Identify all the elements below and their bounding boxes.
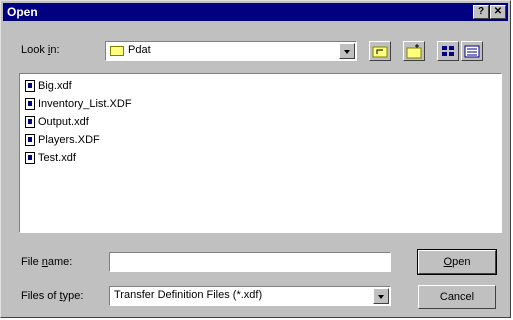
file-name-label: File name: bbox=[21, 256, 73, 268]
list-item[interactable]: Output.xdf bbox=[25, 114, 89, 129]
open-dialog: Open ? ✕ Look in: Pdat Big.xdf Inventory… bbox=[0, 0, 511, 318]
window-title: Open bbox=[7, 5, 38, 19]
file-name: Big.xdf bbox=[38, 79, 72, 92]
document-icon bbox=[25, 115, 35, 128]
folder-icon bbox=[110, 46, 124, 56]
up-folder-button[interactable] bbox=[369, 41, 391, 61]
file-name: Players.XDF bbox=[38, 133, 100, 146]
chevron-down-icon[interactable] bbox=[373, 288, 389, 304]
file-type-combo[interactable]: Transfer Definition Files (*.xdf) bbox=[109, 286, 391, 306]
cancel-button[interactable]: Cancel bbox=[418, 285, 496, 309]
document-icon bbox=[25, 79, 35, 92]
file-name: Inventory_List.XDF bbox=[38, 97, 132, 110]
list-item[interactable]: Inventory_List.XDF bbox=[25, 96, 132, 111]
list-view-icon bbox=[442, 46, 454, 56]
new-folder-button[interactable] bbox=[403, 41, 425, 61]
title-bar[interactable]: Open ? ✕ bbox=[3, 3, 508, 21]
file-type-label: Files of type: bbox=[21, 290, 84, 302]
close-button[interactable]: ✕ bbox=[490, 5, 506, 19]
list-item[interactable]: Players.XDF bbox=[25, 132, 100, 147]
document-icon bbox=[25, 151, 35, 164]
new-folder-icon bbox=[406, 44, 422, 59]
up-folder-icon bbox=[372, 46, 388, 58]
list-item[interactable]: Test.xdf bbox=[25, 150, 76, 165]
look-in-value: Pdat bbox=[128, 44, 151, 56]
file-name-input[interactable] bbox=[109, 252, 391, 272]
file-type-value: Transfer Definition Files (*.xdf) bbox=[114, 289, 263, 301]
file-list[interactable]: Big.xdf Inventory_List.XDF Output.xdf Pl… bbox=[19, 73, 502, 233]
details-view-icon bbox=[464, 45, 480, 58]
list-view-button[interactable] bbox=[437, 41, 459, 61]
document-icon bbox=[25, 97, 35, 110]
open-button[interactable]: Open bbox=[417, 249, 497, 275]
details-view-button[interactable] bbox=[461, 41, 483, 61]
document-icon bbox=[25, 133, 35, 146]
help-button[interactable]: ? bbox=[473, 5, 489, 19]
file-name: Test.xdf bbox=[38, 151, 76, 164]
look-in-combo[interactable]: Pdat bbox=[105, 41, 357, 61]
chevron-down-icon[interactable] bbox=[339, 43, 355, 59]
file-name: Output.xdf bbox=[38, 115, 89, 128]
look-in-label: Look in: bbox=[21, 44, 60, 56]
list-item[interactable]: Big.xdf bbox=[25, 78, 72, 93]
